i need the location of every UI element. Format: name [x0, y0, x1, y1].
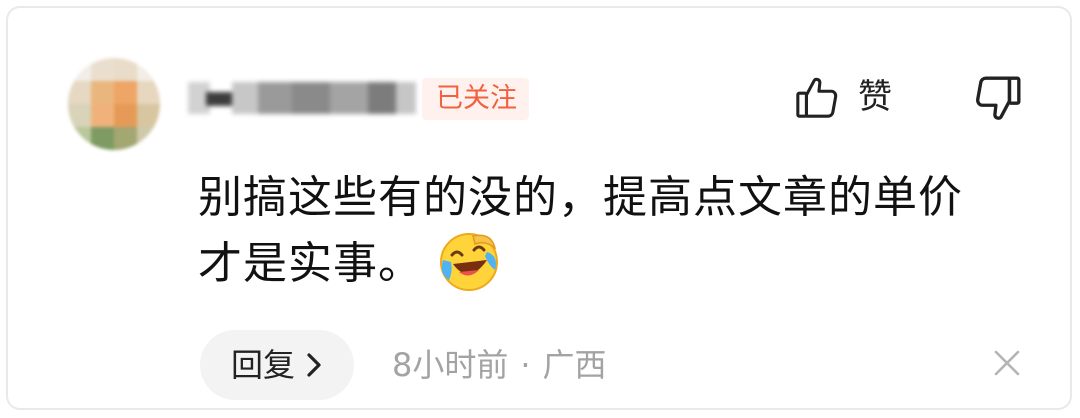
timestamp: 8小时前 [392, 346, 509, 384]
chevron-right-icon [307, 353, 321, 377]
comment-body: 别搞这些有的没的，提高点文章的单价 才是实事。 [198, 166, 1038, 296]
dismiss-button[interactable] [990, 346, 1024, 380]
thumbs-up-icon [794, 74, 840, 120]
like-label: 赞 [858, 77, 892, 117]
username-redacted[interactable] [188, 78, 416, 118]
comment-text-line-2: 才是实事。 [198, 230, 1038, 296]
comment-meta: 8小时前 · 广西 [392, 338, 607, 392]
close-icon [990, 346, 1024, 380]
location: 广西 [542, 346, 607, 384]
avatar[interactable] [68, 58, 160, 150]
meta-separator: · [520, 346, 531, 384]
laughing-tears-emoji-icon [437, 230, 501, 294]
follow-status-badge[interactable]: 已关注 [422, 78, 529, 120]
thumbs-down-icon [973, 74, 1023, 124]
comment-card: 已关注 赞 别搞这些有的没的，提高点文章的单价 才是实事。 回复 8小时前 · … [6, 6, 1072, 410]
like-button[interactable]: 赞 [794, 72, 892, 122]
comment-text-line-2-text: 才是实事。 [198, 238, 423, 289]
reply-button[interactable]: 回复 [200, 330, 354, 400]
dislike-button[interactable] [973, 74, 1023, 124]
comment-text-line-1: 别搞这些有的没的，提高点文章的单价 [198, 172, 963, 223]
reply-label: 回复 [230, 346, 295, 384]
